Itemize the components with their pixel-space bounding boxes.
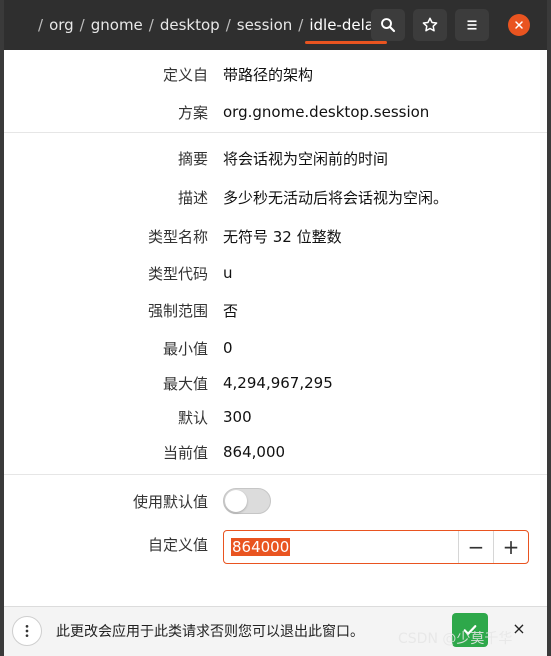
hamburger-icon bbox=[467, 20, 477, 30]
description-value: 多少秒无活动后将会话视为空闲。 bbox=[223, 188, 449, 207]
defined-in-row: 定义自 带路径的架构 bbox=[4, 62, 547, 86]
current-value: 864,000 bbox=[223, 443, 286, 461]
current-row: 当前值 864,000 bbox=[4, 440, 547, 464]
max-row: 最大值 4,294,967,295 bbox=[4, 371, 547, 395]
close-icon: × bbox=[512, 618, 526, 638]
max-label: 最大值 bbox=[162, 374, 208, 393]
titlebar: / org / gnome / desktop / session / idle… bbox=[4, 0, 547, 50]
breadcrumb-gnome[interactable]: gnome bbox=[91, 16, 143, 34]
summary-row: 摘要 将会话视为空闲前的时间 bbox=[4, 146, 547, 170]
divider bbox=[4, 474, 547, 475]
max-value: 4,294,967,295 bbox=[223, 374, 333, 392]
pending-change-message: 此更改会应用于此类请求否则您可以退出此窗口。 bbox=[56, 624, 364, 640]
search-button[interactable] bbox=[371, 9, 405, 41]
search-icon bbox=[381, 18, 396, 33]
description-row: 描述 多少秒无活动后将会话视为空闲。 bbox=[4, 185, 547, 209]
summary-value: 将会话视为空闲前的时间 bbox=[223, 149, 389, 168]
type-code-row: 类型代码 u bbox=[4, 261, 547, 285]
breadcrumb-separator: / bbox=[38, 16, 44, 34]
use-default-label: 使用默认值 bbox=[132, 492, 208, 511]
divider bbox=[4, 132, 547, 133]
vertical-dots-icon bbox=[25, 625, 29, 637]
breadcrumb-separator: / bbox=[298, 16, 304, 34]
defined-in-value: 带路径的架构 bbox=[223, 65, 314, 84]
schema-value: org.gnome.desktop.session bbox=[223, 103, 430, 121]
decrement-button[interactable]: − bbox=[458, 531, 493, 563]
description-label: 描述 bbox=[177, 188, 208, 207]
defined-in-label: 定义自 bbox=[162, 65, 208, 84]
custom-value-spinbutton: 864000 − + bbox=[223, 530, 529, 564]
current-label: 当前值 bbox=[162, 443, 208, 462]
type-code-label: 类型代码 bbox=[147, 264, 208, 283]
more-options-button[interactable] bbox=[12, 616, 42, 646]
increment-button[interactable]: + bbox=[493, 531, 528, 563]
background-strip-right bbox=[547, 0, 551, 656]
custom-value-input[interactable]: 864000 bbox=[224, 531, 458, 563]
menu-button[interactable] bbox=[455, 9, 489, 41]
min-label: 最小值 bbox=[162, 339, 208, 358]
type-name-value: 无符号 32 位整数 bbox=[223, 227, 342, 246]
default-row: 默认 300 bbox=[4, 405, 547, 429]
dconf-editor-window: / org / gnome / desktop / session / idle… bbox=[4, 0, 547, 656]
key-details-panel: 定义自 带路径的架构 方案 org.gnome.desktop.session … bbox=[4, 50, 547, 606]
forced-range-row: 强制范围 否 bbox=[4, 298, 547, 322]
use-default-toggle[interactable] bbox=[223, 488, 271, 514]
summary-label: 摘要 bbox=[177, 149, 208, 168]
breadcrumb-org[interactable]: org bbox=[49, 16, 74, 34]
forced-range-label: 强制范围 bbox=[147, 301, 208, 320]
type-name-label: 类型名称 bbox=[147, 227, 208, 246]
type-name-row: 类型名称 无符号 32 位整数 bbox=[4, 224, 547, 248]
breadcrumb: / org / gnome / desktop / session / idle… bbox=[38, 0, 388, 50]
watermark: CSDN @少莫千华 bbox=[398, 631, 513, 647]
custom-value-row: 自定义值 864000 − + bbox=[4, 530, 547, 564]
plus-icon: + bbox=[502, 535, 520, 559]
breadcrumb-desktop[interactable]: desktop bbox=[160, 16, 220, 34]
custom-value-label: 自定义值 bbox=[147, 536, 208, 554]
min-row: 最小值 0 bbox=[4, 336, 547, 360]
schema-row: 方案 org.gnome.desktop.session bbox=[4, 100, 547, 124]
breadcrumb-separator: / bbox=[79, 16, 85, 34]
forced-range-value: 否 bbox=[223, 301, 239, 320]
min-value: 0 bbox=[223, 339, 233, 357]
toggle-knob bbox=[225, 490, 247, 512]
breadcrumb-separator: / bbox=[148, 16, 154, 34]
breadcrumb-session[interactable]: session bbox=[237, 16, 293, 34]
default-value: 300 bbox=[223, 408, 252, 426]
window-close-button[interactable] bbox=[508, 14, 530, 36]
type-code-value: u bbox=[223, 264, 233, 282]
default-label: 默认 bbox=[177, 408, 208, 427]
use-default-row: 使用默认值 bbox=[4, 488, 547, 514]
custom-value-text: 864000 bbox=[231, 538, 291, 556]
bookmark-button[interactable] bbox=[413, 9, 447, 41]
star-icon bbox=[422, 17, 438, 32]
minus-icon: − bbox=[467, 535, 485, 559]
schema-label: 方案 bbox=[177, 103, 208, 122]
close-icon bbox=[515, 21, 523, 29]
breadcrumb-separator: / bbox=[225, 16, 231, 34]
dismiss-button[interactable]: × bbox=[510, 618, 528, 638]
